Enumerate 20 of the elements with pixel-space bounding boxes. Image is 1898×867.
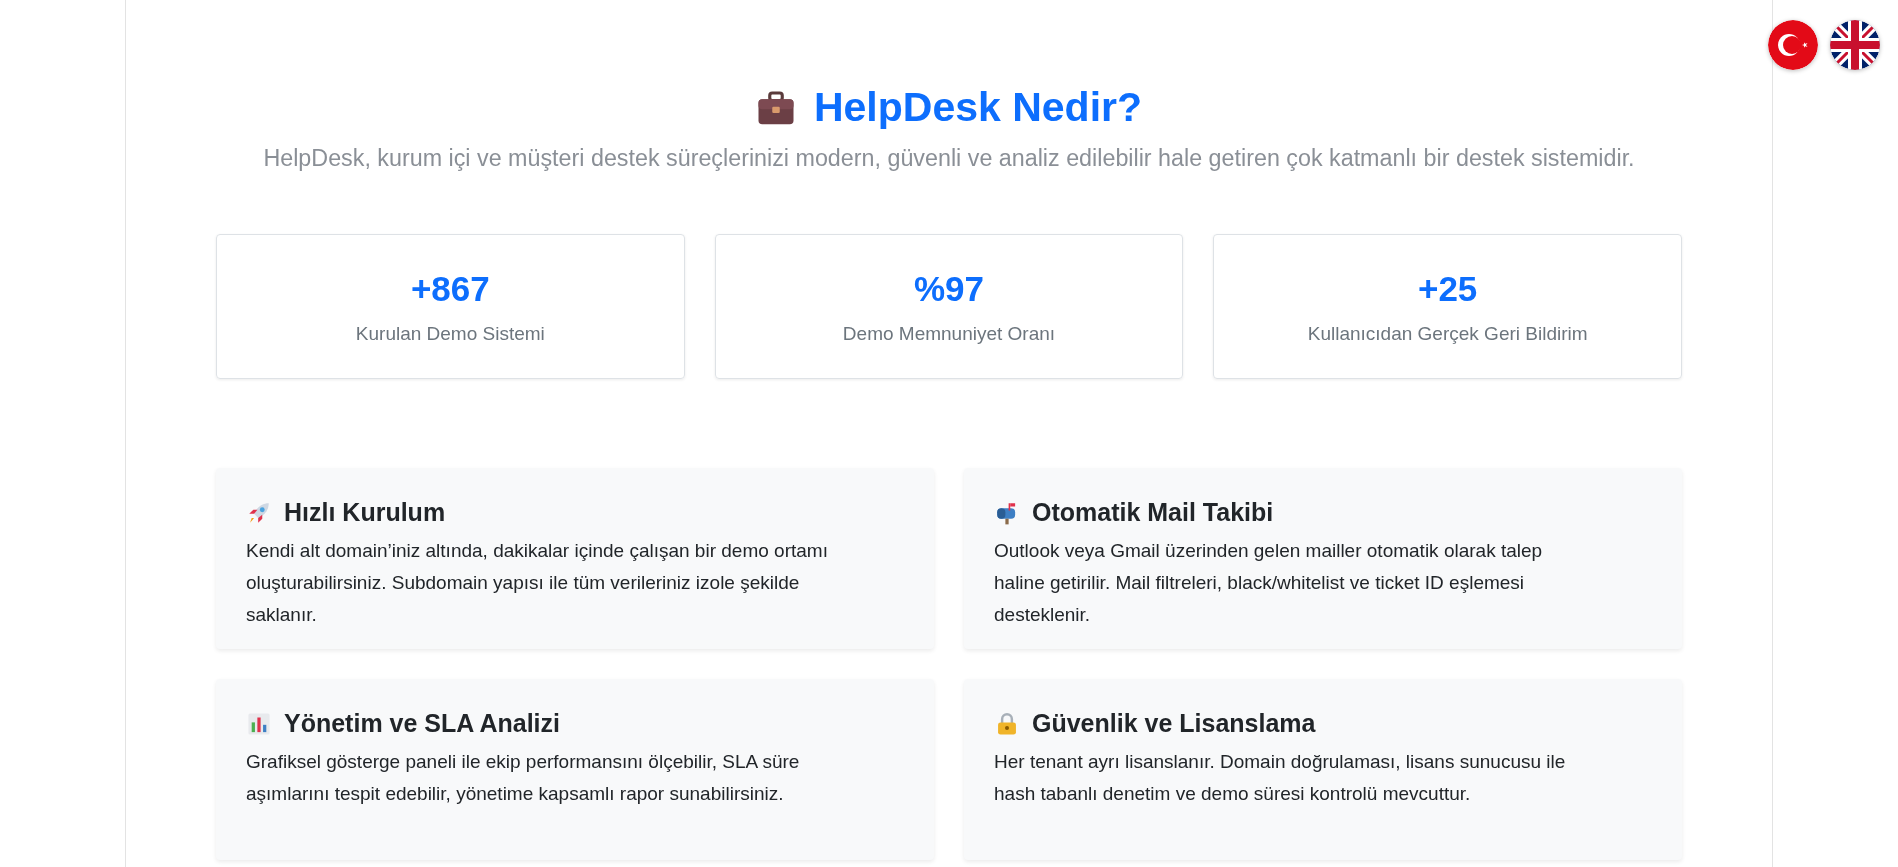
feature-text: Grafiksel gösterge paneli ile ekip performansını ölçebilir, SLA süre aşımlarını tespit edebilir, yönetime kapsamlı rapor sunabilirsiniz. [246,750,801,806]
turkish-flag-icon [1768,20,1818,70]
feature-text: Outlook veya Gmail üzerinden gelen mailler otomatik olarak talep haline getirilir. Mail filtreleri, black/whitelist ve ticket ID eşlemesi desteklenir. [994,539,1544,627]
feature-text: Her tenant ayrı lisanslanır. Domain doğrulaması, lisans sunucusu ile hash tabanlı denetim ve demo süresi kontrolü mevcuttur. [994,750,1567,806]
stat-label: Kurulan Demo Sistemi [355,322,545,345]
feature-title: Hızlı Kurulum [284,498,446,527]
feature-text: Kendi alt domain’iniz altında, dakikalar içinde çalışan bir demo ortamı oluşturabilirsiniz. Subdomain yapısı ile tüm verileriniz izole şekilde saklanır. [246,539,829,627]
page-title: HelpDesk Nedir? [813,84,1143,131]
feature-title: Yönetim ve SLA Analizi [284,709,560,738]
feature-title: Güvenlik ve Lisanslama [1032,709,1316,738]
stat-value: +867 [410,268,490,309]
british-flag-icon [1830,20,1880,70]
stat-label: Demo Memnuniyet Oranı [842,322,1056,345]
bar-chart-icon [246,710,272,737]
stat-value: +25 [1417,268,1478,309]
language-button[interactable] [1830,20,1880,70]
stat-value: %97 [913,268,984,309]
stat-label: Kullanıcıdan Gerçek Geri Bildirim [1307,322,1588,345]
feature-title: Otomatik Mail Takibi [1032,498,1274,527]
page-subtitle: HelpDesk, kurum içi ve müşteri destek süreçlerinizi modern, güvenli ve analiz edilebilir hale getiren çok katmanlı bir destek sistemidir. [262,145,1636,172]
